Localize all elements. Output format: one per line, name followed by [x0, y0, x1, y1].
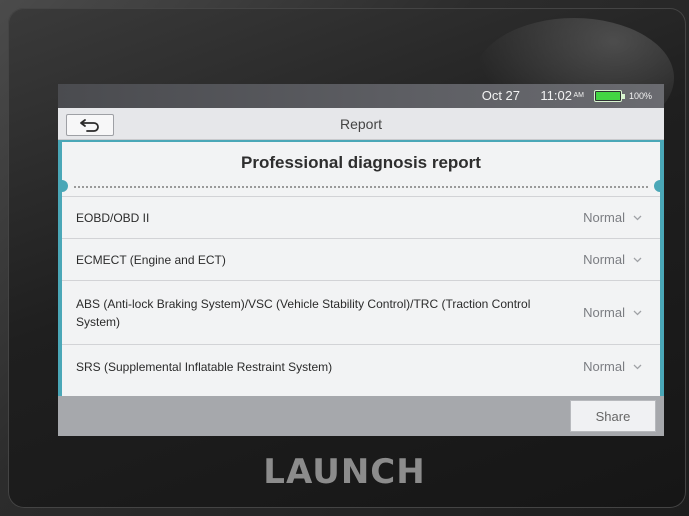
report-title: Professional diagnosis report	[241, 153, 481, 172]
report-item-name: ABS (Anti-lock Braking System)/VSC (Vehi…	[76, 296, 531, 329]
bottom-bar: Share	[58, 396, 664, 436]
device-screen: Oct 27 11:02 AM 100% Report Professional…	[58, 84, 664, 436]
status-time: 11:02	[540, 88, 572, 103]
chevron-down-icon[interactable]	[633, 310, 642, 316]
title-bar: Report	[58, 108, 664, 140]
status-bar: Oct 27 11:02 AM 100%	[58, 84, 664, 108]
report-item-status: Normal	[583, 210, 625, 225]
report-item-name: SRS (Supplemental Inflatable Restraint S…	[76, 359, 333, 374]
report-content: Professional diagnosis report EOBD/OBD I…	[58, 140, 664, 396]
battery-icon	[594, 90, 625, 102]
chevron-down-icon[interactable]	[633, 257, 642, 263]
report-row[interactable]: ECMECT (Engine and ECT) Normal	[62, 238, 660, 280]
battery-percent: 100%	[628, 91, 652, 101]
report-card[interactable]: Professional diagnosis report EOBD/OBD I…	[62, 142, 660, 396]
battery-tip	[622, 94, 625, 99]
report-list: EOBD/OBD II Normal ECMECT (Engine and ECT)…	[62, 196, 660, 388]
report-item-name: ECMECT (Engine and ECT)	[76, 252, 226, 267]
report-item-status: Normal	[583, 359, 625, 374]
status-date: Oct 27	[481, 88, 520, 103]
status-ampm: AM	[573, 92, 585, 99]
dotted-divider	[74, 186, 648, 188]
report-item-name: EOBD/OBD II	[76, 210, 150, 225]
report-row[interactable]: SRS (Supplemental Inflatable Restraint S…	[62, 344, 660, 388]
brand-logo: LAUNCH	[263, 452, 426, 492]
page-title: Report	[339, 116, 383, 132]
report-item-status: Normal	[583, 305, 625, 320]
card-notch-left	[62, 180, 68, 192]
share-button[interactable]: Share	[570, 400, 656, 432]
card-notch-right	[654, 180, 660, 192]
report-row[interactable]: ABS (Anti-lock Braking System)/VSC (Vehi…	[62, 280, 660, 344]
report-row[interactable]: EOBD/OBD II Normal	[62, 196, 660, 238]
battery-fill	[596, 92, 620, 100]
chevron-down-icon[interactable]	[633, 215, 642, 221]
chevron-down-icon[interactable]	[633, 364, 642, 370]
report-item-status: Normal	[583, 252, 625, 267]
